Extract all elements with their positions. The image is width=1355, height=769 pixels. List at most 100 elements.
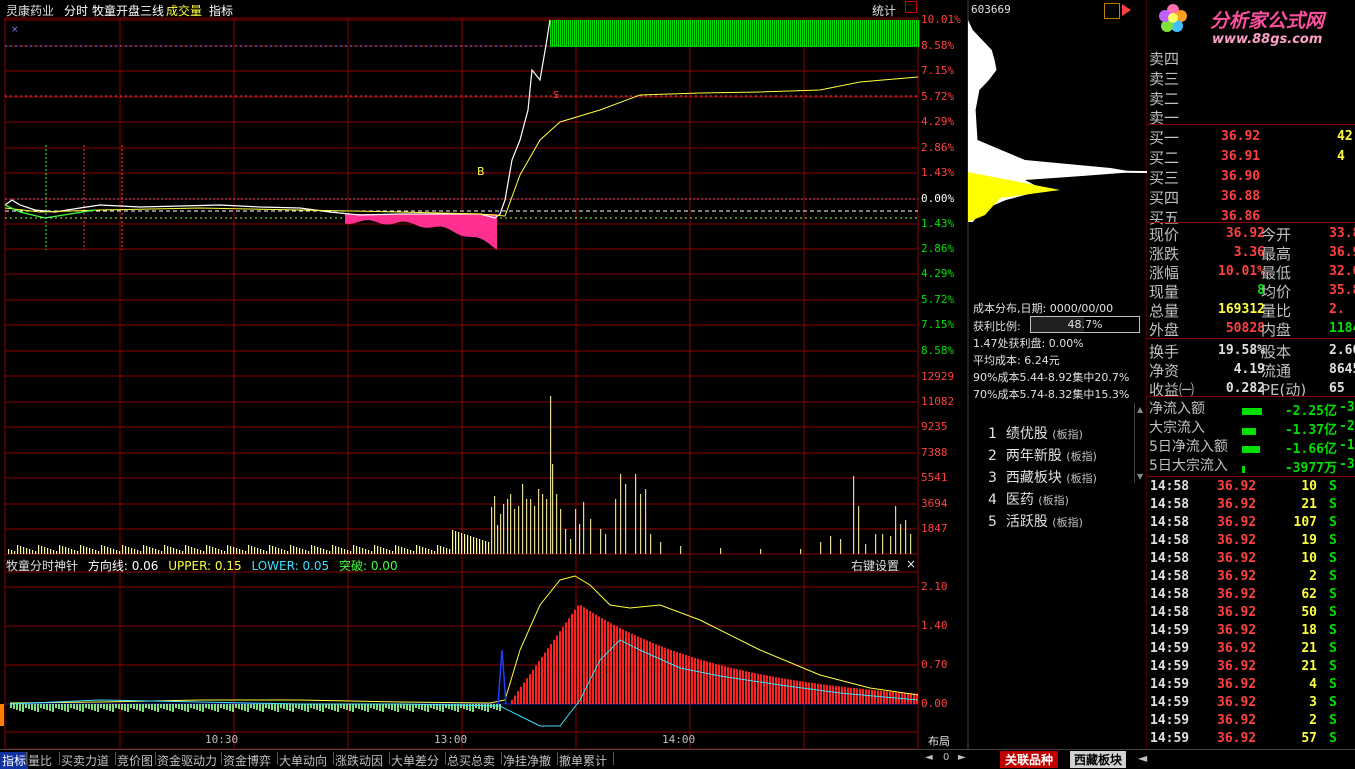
- tick-time: 14:59: [1150, 659, 1190, 674]
- bottom-tab[interactable]: 大单差分: [391, 752, 439, 769]
- ask-1-row[interactable]: 卖一: [1147, 107, 1355, 127]
- limit-up-bar: [618, 20, 620, 47]
- quote-value: 169312: [1218, 302, 1265, 317]
- limit-up-bar: [566, 20, 568, 47]
- volume-bar: [146, 546, 148, 554]
- block-item[interactable]: 3 西藏板块 (板指): [988, 467, 1097, 487]
- block-list-scrollbar[interactable]: ▲ ▼: [1134, 403, 1146, 483]
- bid-row[interactable]: 买四 36.88: [1147, 187, 1355, 207]
- layout-button[interactable]: 布局: [928, 733, 950, 749]
- indicator-bar: [553, 639, 555, 704]
- related-tab[interactable]: 关联品种: [1000, 751, 1059, 768]
- volume-bar: [137, 550, 139, 554]
- scroll-up-icon[interactable]: ▲: [1137, 405, 1143, 414]
- bottom-tab[interactable]: 买卖力道: [61, 752, 109, 769]
- block-item[interactable]: 2 两年新股 (板指): [988, 445, 1097, 465]
- volume-bar: [552, 464, 554, 554]
- page-number[interactable]: 0: [943, 752, 949, 763]
- quote-label: 均价: [1261, 283, 1292, 301]
- sell-marker: S: [553, 90, 560, 101]
- cross-marker-icon: ×: [11, 25, 19, 35]
- tick-volume: 21: [1301, 497, 1317, 512]
- indicator-bar: [661, 646, 663, 704]
- axis-label: 7.15%: [921, 318, 955, 331]
- bottom-tab[interactable]: 净挂净撤: [503, 752, 551, 769]
- limit-up-bar: [574, 20, 576, 47]
- bid-row[interactable]: 买三 36.90: [1147, 167, 1355, 187]
- close-icon[interactable]: ×: [906, 557, 916, 571]
- limit-up-bar: [738, 20, 740, 47]
- indicator-bar: [232, 704, 234, 712]
- indicator-bar: [589, 611, 591, 704]
- settings-button[interactable]: 右键设置: [851, 557, 899, 574]
- volume-bar: [221, 550, 223, 554]
- tick-time: 14:59: [1150, 695, 1190, 710]
- bid-row[interactable]: 买二 36.91 4: [1147, 147, 1355, 167]
- bottom-tab[interactable]: 总买总卖: [447, 752, 495, 769]
- volume-bar: [875, 534, 877, 554]
- limit-up-bar: [650, 20, 652, 47]
- flow-value: -3977万: [1284, 461, 1337, 476]
- indicator-bar: [715, 663, 717, 704]
- quote-label: 量比: [1261, 302, 1292, 320]
- bottom-tab[interactable]: 资金驱动力: [157, 752, 217, 769]
- volume-bar: [59, 545, 61, 554]
- ask-3-row[interactable]: 卖三: [1147, 68, 1355, 88]
- indicator-bar: [841, 686, 843, 704]
- bottom-tab[interactable]: 涨跌动因: [335, 752, 383, 769]
- volume-bar: [895, 506, 897, 554]
- volume-bar: [92, 549, 94, 554]
- scroll-down-icon[interactable]: ▼: [1137, 472, 1143, 481]
- volume-bar: [161, 551, 163, 554]
- indicator-bar: [370, 704, 372, 708]
- bottom-tab[interactable]: 竞价图: [117, 752, 153, 769]
- indicator-bar: [412, 704, 414, 712]
- bottom-tab[interactable]: 资金博弈: [223, 752, 271, 769]
- block-item[interactable]: 5 活跃股 (板指): [988, 511, 1083, 531]
- indicator-bar: [670, 649, 672, 704]
- xizang-tab[interactable]: 西藏板块: [1070, 751, 1127, 768]
- limit-up-bar: [716, 20, 718, 47]
- bottom-tab[interactable]: 量比: [28, 752, 52, 769]
- bid-row[interactable]: 买一 36.92 42: [1147, 127, 1355, 147]
- limit-up-bar: [896, 20, 898, 47]
- limit-up-bar: [704, 20, 706, 47]
- indicator-bar: [778, 677, 780, 704]
- volume-bar: [518, 506, 520, 554]
- volume-bar: [338, 547, 340, 554]
- block-item[interactable]: 4 医药 (板指): [988, 489, 1069, 509]
- limit-up-bar: [814, 20, 816, 47]
- volume-bar: [173, 548, 175, 554]
- indicator-bar: [163, 704, 165, 709]
- limit-up-bar: [836, 20, 838, 47]
- tick-price: 36.92: [1217, 479, 1257, 494]
- indicator-bar: [49, 704, 51, 711]
- tick-row: 14:58 36.92 2 S: [1147, 569, 1355, 587]
- limit-up-bar: [788, 20, 790, 47]
- bottom-tab[interactable]: 大单动向: [279, 752, 327, 769]
- indicator-bar: [787, 679, 789, 704]
- limit-up-bar: [714, 20, 716, 47]
- indicator-bar: [784, 678, 786, 704]
- volume-bar: [359, 547, 361, 554]
- volume-bar: [149, 547, 151, 554]
- limit-up-bar: [638, 20, 640, 47]
- volume-bar: [89, 548, 91, 554]
- limit-up-bar: [866, 20, 868, 47]
- indicator-bar: [544, 652, 546, 704]
- indicator-bar: [877, 690, 879, 704]
- tab-scroll-icon[interactable]: ◄: [1138, 751, 1147, 765]
- volume-bar: [650, 534, 652, 554]
- ask-4-row[interactable]: 卖四: [1147, 48, 1355, 68]
- quote-label: 流通: [1261, 362, 1292, 380]
- volume-bar: [425, 548, 427, 554]
- block-item[interactable]: 1 绩优股 (板指): [988, 423, 1083, 443]
- volume-bar: [645, 489, 647, 554]
- indicator-bar: [592, 612, 594, 704]
- prev-arrow-icon[interactable]: ◄: [925, 752, 933, 763]
- ask-2-row[interactable]: 卖二: [1147, 88, 1355, 108]
- limit-up-bar: [734, 20, 736, 47]
- bottom-tab[interactable]: 指标: [0, 752, 29, 769]
- next-arrow-icon[interactable]: ►: [958, 752, 966, 763]
- bottom-tab[interactable]: 撤单累计: [559, 752, 607, 769]
